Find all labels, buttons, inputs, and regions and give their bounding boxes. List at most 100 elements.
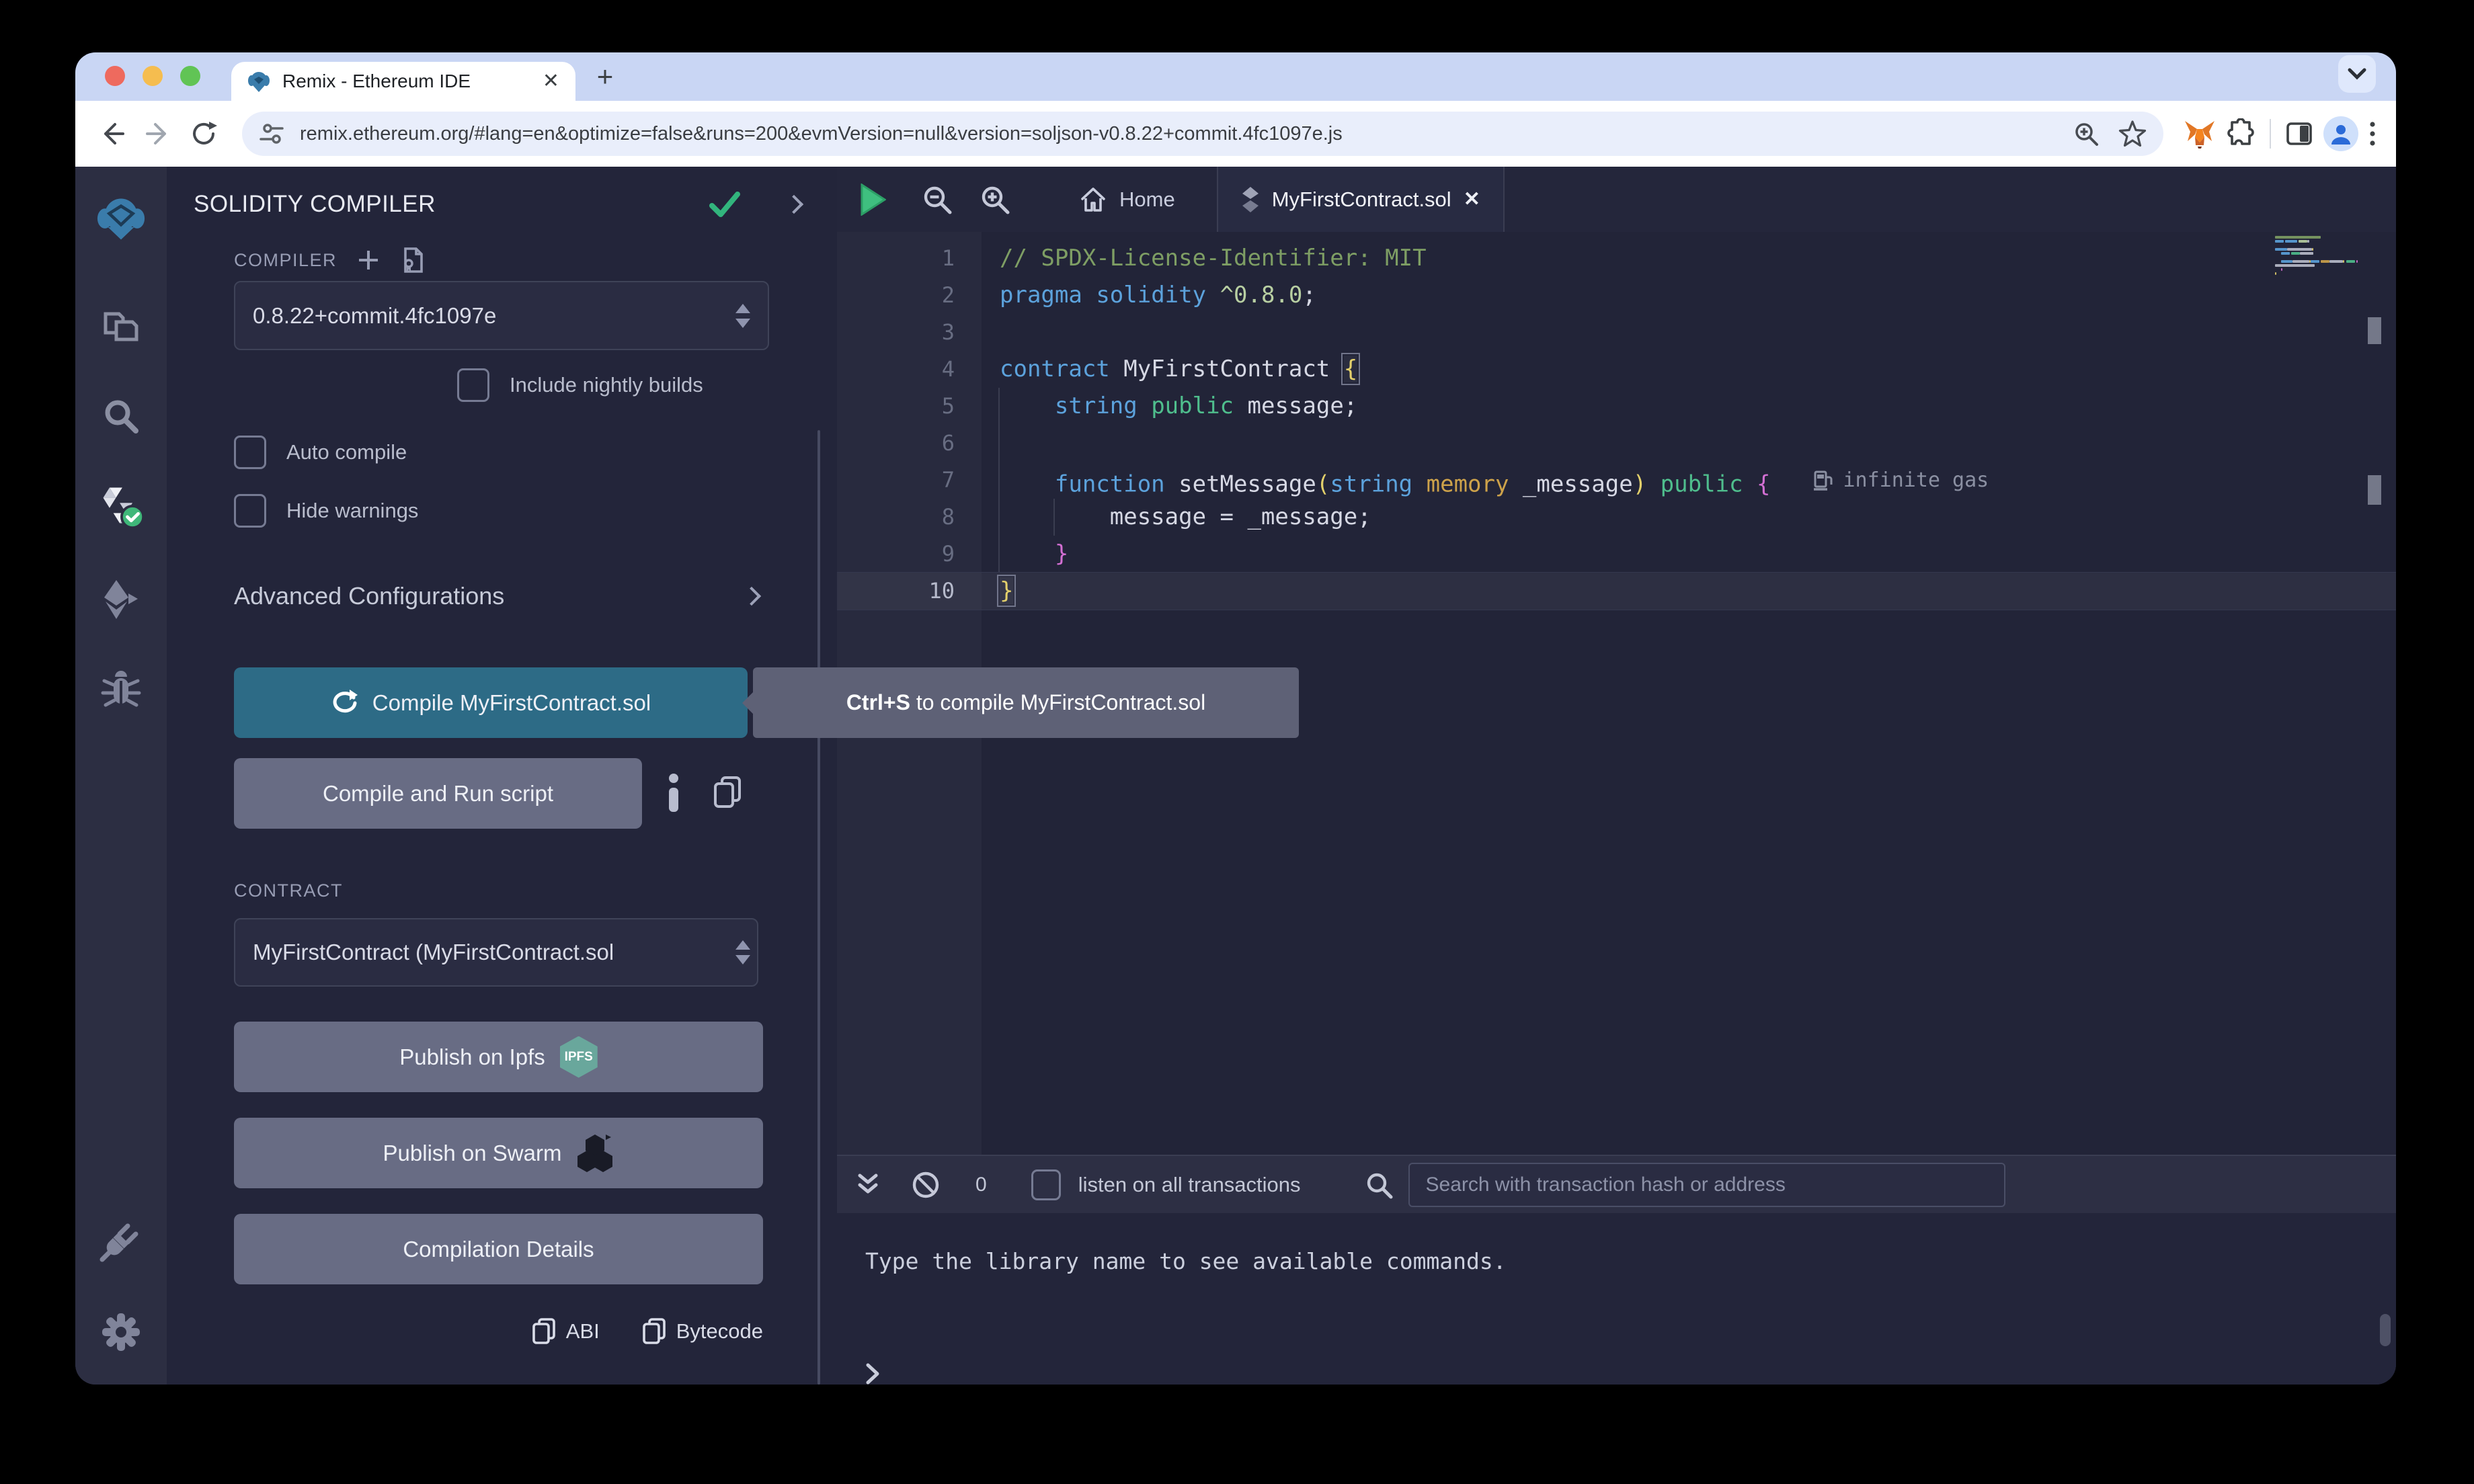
metamask-icon[interactable] [2184, 118, 2216, 149]
code-line[interactable]: 8 message = _message; [837, 499, 2396, 536]
zoom-search-icon[interactable] [2072, 120, 2100, 148]
reload-button[interactable] [186, 116, 222, 152]
code-line[interactable]: 1// SPDX-License-Identifier: MIT [837, 240, 2396, 277]
code-line[interactable]: 9 } [837, 536, 2396, 573]
compiler-version-select[interactable]: 0.8.22+commit.4fc1097e [234, 281, 769, 350]
line-number: 9 [837, 536, 955, 573]
tab-close-icon[interactable]: ✕ [1464, 188, 1480, 211]
browser-window: Remix - Ethereum IDE ✕ + re [75, 52, 2396, 1385]
zoom-window-button[interactable] [180, 66, 200, 86]
compile-refresh-icon [331, 688, 358, 718]
compile-button[interactable]: Compile MyFirstContract.sol [234, 667, 748, 738]
code-line[interactable]: 4contract MyFirstContract { [837, 351, 2396, 388]
url-text[interactable]: remix.ethereum.org/#lang=en&optimize=fal… [300, 123, 2057, 145]
listen-transactions-checkbox[interactable] [1031, 1169, 1061, 1200]
line-number: 6 [837, 425, 955, 462]
publish-swarm-button[interactable]: Publish on Swarm [234, 1118, 763, 1188]
remix-app: SOLIDITY COMPILER COMPILER 0.8.22+commit… [75, 167, 2396, 1385]
gas-estimate-annotation: infinite gas [1813, 462, 1989, 499]
add-compiler-icon[interactable] [357, 249, 380, 272]
minimize-window-button[interactable] [143, 66, 163, 86]
compiler-file-icon[interactable] [400, 246, 426, 274]
solidity-compiler-panel: SOLIDITY COMPILER COMPILER 0.8.22+commit… [167, 167, 838, 1385]
contract-select-value: MyFirstContract (MyFirstContract.sol [253, 940, 735, 965]
split-screen-icon[interactable] [2284, 119, 2314, 149]
browser-tab[interactable]: Remix - Ethereum IDE ✕ [231, 62, 575, 101]
forward-button[interactable] [140, 116, 176, 152]
auto-compile-checkbox[interactable] [234, 436, 266, 469]
panel-header: SOLIDITY COMPILER [194, 191, 810, 218]
terminal-body[interactable]: Type the library name to see available c… [837, 1213, 2396, 1385]
include-nightly-checkbox[interactable] [457, 368, 489, 402]
url-bar-actions [2072, 119, 2147, 149]
bookmark-star-icon[interactable] [2118, 119, 2147, 149]
include-nightly-label: Include nightly builds [510, 373, 703, 397]
tab-close-icon[interactable]: ✕ [543, 71, 559, 91]
site-settings-icon[interactable] [258, 120, 285, 147]
browser-menu-icon[interactable] [2368, 119, 2377, 149]
abi-label: ABI [566, 1319, 600, 1344]
tab-file-label: MyFirstContract.sol [1272, 188, 1451, 212]
deploy-and-run-icon[interactable] [97, 575, 145, 624]
terminal-expand-icon[interactable] [856, 1171, 880, 1198]
compile-and-run-button[interactable]: Compile and Run script [234, 758, 642, 829]
panel-chevron-right-icon[interactable] [785, 195, 803, 214]
code-area[interactable]: 1// SPDX-License-Identifier: MIT2pragma … [837, 240, 2396, 610]
url-bar[interactable]: remix.ethereum.org/#lang=en&optimize=fal… [242, 112, 2163, 156]
window-controls [105, 66, 200, 86]
publish-swarm-label: Publish on Swarm [383, 1141, 562, 1166]
close-window-button[interactable] [105, 66, 125, 86]
line-number: 3 [837, 314, 955, 351]
compile-success-check-icon [709, 191, 740, 218]
file-explorer-icon[interactable] [97, 301, 145, 349]
tab-myfirstcontract[interactable]: MyFirstContract.sol ✕ [1217, 167, 1505, 232]
code-line[interactable]: 3 [837, 314, 2396, 351]
advanced-configurations[interactable]: Advanced Configurations [234, 582, 758, 610]
auto-compile-row: Auto compile [234, 436, 407, 469]
debugger-bug-icon[interactable] [97, 665, 145, 714]
tab-search-button[interactable] [2338, 55, 2376, 93]
code-line[interactable]: 2pragma solidity ^0.8.0; [837, 277, 2396, 314]
publish-ipfs-label: Publish on Ipfs [399, 1044, 545, 1070]
solidity-compiler-icon[interactable] [97, 481, 145, 530]
remix-logo-icon[interactable] [97, 195, 145, 243]
line-number: 5 [837, 388, 955, 425]
auto-compile-label: Auto compile [286, 440, 407, 464]
copy-abi-button[interactable]: ABI [532, 1317, 600, 1346]
code-line[interactable]: 10} [837, 573, 2396, 610]
profile-avatar[interactable] [2323, 116, 2358, 151]
contract-select[interactable]: MyFirstContract (MyFirstContract.sol [234, 918, 758, 987]
transaction-search-input[interactable] [1408, 1163, 2005, 1207]
hide-warnings-checkbox[interactable] [234, 494, 266, 528]
advanced-configurations-label: Advanced Configurations [234, 582, 504, 610]
plugin-manager-icon[interactable] [97, 1217, 145, 1265]
tab-home-label: Home [1119, 188, 1175, 212]
info-icon[interactable] [667, 773, 680, 812]
swarm-icon [576, 1133, 614, 1173]
back-button[interactable] [94, 116, 130, 152]
settings-gear-icon[interactable] [97, 1308, 145, 1356]
overview-ruler-mark [2368, 317, 2381, 344]
terminal-clear-icon[interactable] [911, 1170, 941, 1200]
chevron-down-icon [2347, 67, 2367, 81]
publish-ipfs-button[interactable]: Publish on Ipfs IPFS [234, 1022, 763, 1092]
run-script-play-button[interactable] [849, 176, 896, 223]
editor-zoom-out-button[interactable] [914, 176, 961, 223]
copy-script-icon[interactable] [713, 776, 742, 809]
panel-scrollbar[interactable] [817, 430, 820, 1385]
code-line[interactable]: 6 [837, 425, 2396, 462]
new-tab-button[interactable]: + [586, 58, 624, 95]
tab-home[interactable]: Home [1056, 167, 1198, 232]
terminal-scrollbar[interactable] [2380, 1314, 2391, 1346]
search-icon[interactable] [97, 392, 145, 440]
panel-title: SOLIDITY COMPILER [194, 191, 436, 218]
tooltip-shortcut: Ctrl+S [846, 690, 910, 714]
minimap[interactable] [2275, 236, 2369, 276]
compilation-details-button[interactable]: Compilation Details [234, 1214, 763, 1284]
copy-bytecode-button[interactable]: Bytecode [643, 1317, 763, 1346]
extensions-puzzle-icon[interactable] [2225, 118, 2256, 149]
editor-zoom-in-button[interactable] [971, 176, 1019, 223]
browser-toolbar: remix.ethereum.org/#lang=en&optimize=fal… [75, 101, 2396, 167]
code-line[interactable]: 7 function setMessage(string memory _mes… [837, 462, 2396, 499]
code-line[interactable]: 5 string public message; [837, 388, 2396, 425]
